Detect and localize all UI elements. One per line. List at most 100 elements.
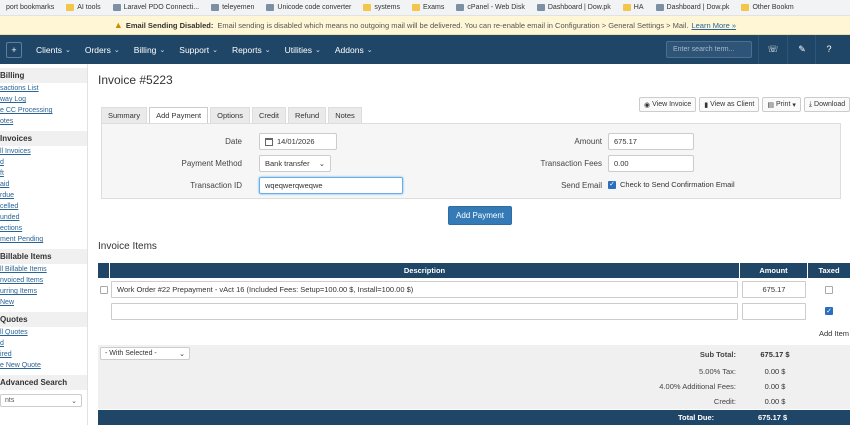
- tab-summary[interactable]: Summary: [101, 107, 148, 123]
- download-button[interactable]: ⤓ Download: [803, 97, 850, 112]
- page-title: Invoice #5223: [98, 73, 173, 87]
- sidebar-link[interactable]: ment Pending: [0, 234, 87, 245]
- printer-icon: ▤: [767, 101, 774, 109]
- sidebar-link[interactable]: rdue: [0, 190, 87, 201]
- notifications-icon[interactable]: ☏: [766, 42, 780, 56]
- sidebar-link[interactable]: d: [0, 157, 87, 168]
- transaction-fees-input[interactable]: 0.00: [608, 155, 694, 172]
- bookmark-10[interactable]: HA: [617, 4, 650, 11]
- bookmark-12[interactable]: Other Bookm: [735, 4, 799, 11]
- date-input[interactable]: 14/01/2026: [259, 133, 337, 150]
- credit-label: Credit:: [713, 397, 736, 406]
- tax-value: 0.00 $: [764, 367, 786, 376]
- tab-credit[interactable]: Credit: [251, 107, 286, 123]
- add-item-label[interactable]: Add Item: [819, 329, 849, 338]
- sidebar-link[interactable]: ired: [0, 349, 87, 360]
- advanced-search-select[interactable]: nts ⌄: [0, 394, 82, 407]
- bookmark-label: port bookmarks: [6, 4, 55, 11]
- sidebar-link[interactable]: unded: [0, 212, 87, 223]
- transaction-fees-label: Transaction Fees: [540, 159, 602, 168]
- bookmark-label: teleyemen: [222, 4, 255, 11]
- item-amount-input[interactable]: 675.17: [742, 281, 806, 298]
- new-item-description-input[interactable]: [111, 303, 738, 320]
- sidebar-link[interactable]: nvoiced Items: [0, 275, 87, 286]
- sidebar-link[interactable]: d: [0, 338, 87, 349]
- sidebar-link[interactable]: celled: [0, 201, 87, 212]
- chevron-down-icon: ▾: [792, 101, 796, 109]
- tab-add-payment[interactable]: Add Payment: [149, 107, 209, 123]
- item-taxed-checkbox[interactable]: [825, 286, 833, 294]
- learn-more-link[interactable]: Learn More »: [691, 21, 736, 30]
- bookmark-3[interactable]: Laravel PDO Connecti...: [107, 4, 205, 11]
- add-new-icon[interactable]: +: [6, 41, 22, 58]
- nav-orders[interactable]: Orders ⌄: [85, 45, 120, 55]
- bookmark-label: cPanel - Web Disk: [467, 4, 525, 11]
- nav-billing[interactable]: Billing ⌄: [134, 45, 166, 55]
- nav-support[interactable]: Support ⌄: [179, 45, 218, 55]
- add-payment-button[interactable]: Add Payment: [448, 206, 512, 225]
- nav-reports[interactable]: Reports ⌄: [232, 45, 271, 55]
- sidebar-link[interactable]: ections: [0, 223, 87, 234]
- sidebar-link[interactable]: ll Quotes: [0, 327, 87, 338]
- sidebar-link[interactable]: urring Items: [0, 286, 87, 297]
- new-item-taxed-checkbox[interactable]: ✓: [825, 307, 833, 315]
- tab-options[interactable]: Options: [210, 107, 250, 123]
- sidebar-link[interactable]: ll Billable Items: [0, 264, 87, 275]
- help-icon[interactable]: ?: [822, 42, 836, 56]
- sidebar-link[interactable]: e New Quote: [0, 360, 87, 371]
- checkbox-label: Check to Send Confirmation Email: [620, 180, 735, 189]
- sidebar-link[interactable]: aid: [0, 179, 87, 190]
- checkbox-checked-icon: ✓: [608, 180, 616, 189]
- sidebar-link[interactable]: New: [0, 297, 87, 308]
- select-value: Bank transfer: [265, 159, 310, 168]
- bookmark-6[interactable]: systems: [357, 4, 406, 11]
- row-select-checkbox[interactable]: [100, 286, 108, 294]
- bookmark-5[interactable]: Unicode code converter: [260, 4, 357, 11]
- payment-method-select[interactable]: Bank transfer ⌄: [259, 155, 331, 172]
- send-email-label: Send Email: [561, 181, 602, 190]
- view-as-client-button[interactable]: ▮ View as Client: [699, 97, 760, 112]
- bookmark-label: systems: [374, 4, 400, 11]
- nav-label: Utilities: [284, 44, 312, 55]
- wrench-icon[interactable]: ✎: [795, 42, 809, 56]
- bookmark-1[interactable]: port bookmarks: [0, 4, 60, 11]
- print-button[interactable]: ▤ Print ▾: [762, 97, 801, 112]
- view-invoice-button[interactable]: ◉ View Invoice: [639, 97, 697, 112]
- sidebar-link[interactable]: sactions List: [0, 83, 87, 94]
- nav-search-input[interactable]: Enter search term...: [666, 41, 752, 58]
- add-payment-panel: Date 14/01/2026 Payment Method Bank tran…: [101, 123, 841, 199]
- bookmark-7[interactable]: Exams: [406, 4, 450, 11]
- sidebar-link[interactable]: ll Invoices: [0, 146, 87, 157]
- tab-notes[interactable]: Notes: [328, 107, 362, 123]
- banner-text: Email sending is disabled which means no…: [217, 20, 689, 30]
- chevron-down-icon: ⌄: [366, 46, 373, 54]
- sidebar-link[interactable]: e CC Processing: [0, 105, 87, 116]
- input-value: Work Order #22 Prepayment - vAct 16 (Inc…: [117, 285, 414, 294]
- bookmark-2[interactable]: AI tools: [60, 4, 106, 11]
- page-icon: [655, 4, 664, 11]
- item-description-input[interactable]: Work Order #22 Prepayment - vAct 16 (Inc…: [111, 281, 738, 298]
- bookmark-4[interactable]: teleyemen: [205, 4, 260, 11]
- bookmark-11[interactable]: Dashboard | Dow.pk: [650, 4, 736, 11]
- sidebar-link[interactable]: ft: [0, 168, 87, 179]
- sidebar-link[interactable]: way Log: [0, 94, 87, 105]
- transaction-id-label: Transaction ID: [190, 181, 242, 190]
- eye-icon: ◉: [644, 101, 651, 109]
- tab-refund[interactable]: Refund: [288, 107, 327, 123]
- bookmark-label: Unicode code converter: [277, 4, 352, 11]
- date-value: 14/01/2026: [277, 137, 315, 146]
- page-icon: [211, 4, 220, 11]
- amount-input[interactable]: 675.17: [608, 133, 694, 150]
- nav-addons[interactable]: Addons ⌄: [335, 45, 373, 55]
- send-email-checkbox[interactable]: ✓ Check to Send Confirmation Email: [608, 180, 735, 189]
- new-item-amount-input[interactable]: [742, 303, 806, 320]
- header-label: Amount: [759, 266, 788, 275]
- folder-icon: [622, 4, 631, 11]
- sidebar-link[interactable]: otes: [0, 116, 87, 127]
- bookmark-8[interactable]: cPanel - Web Disk: [450, 4, 530, 11]
- nav-clients[interactable]: Clients ⌄: [36, 45, 71, 55]
- nav-utilities[interactable]: Utilities ⌄: [285, 45, 321, 55]
- transaction-id-input[interactable]: wqeqwerqweqwe: [259, 177, 403, 194]
- bookmark-9[interactable]: Dashboard | Dow.pk: [531, 4, 617, 11]
- with-selected-select[interactable]: - With Selected - ⌄: [100, 347, 190, 360]
